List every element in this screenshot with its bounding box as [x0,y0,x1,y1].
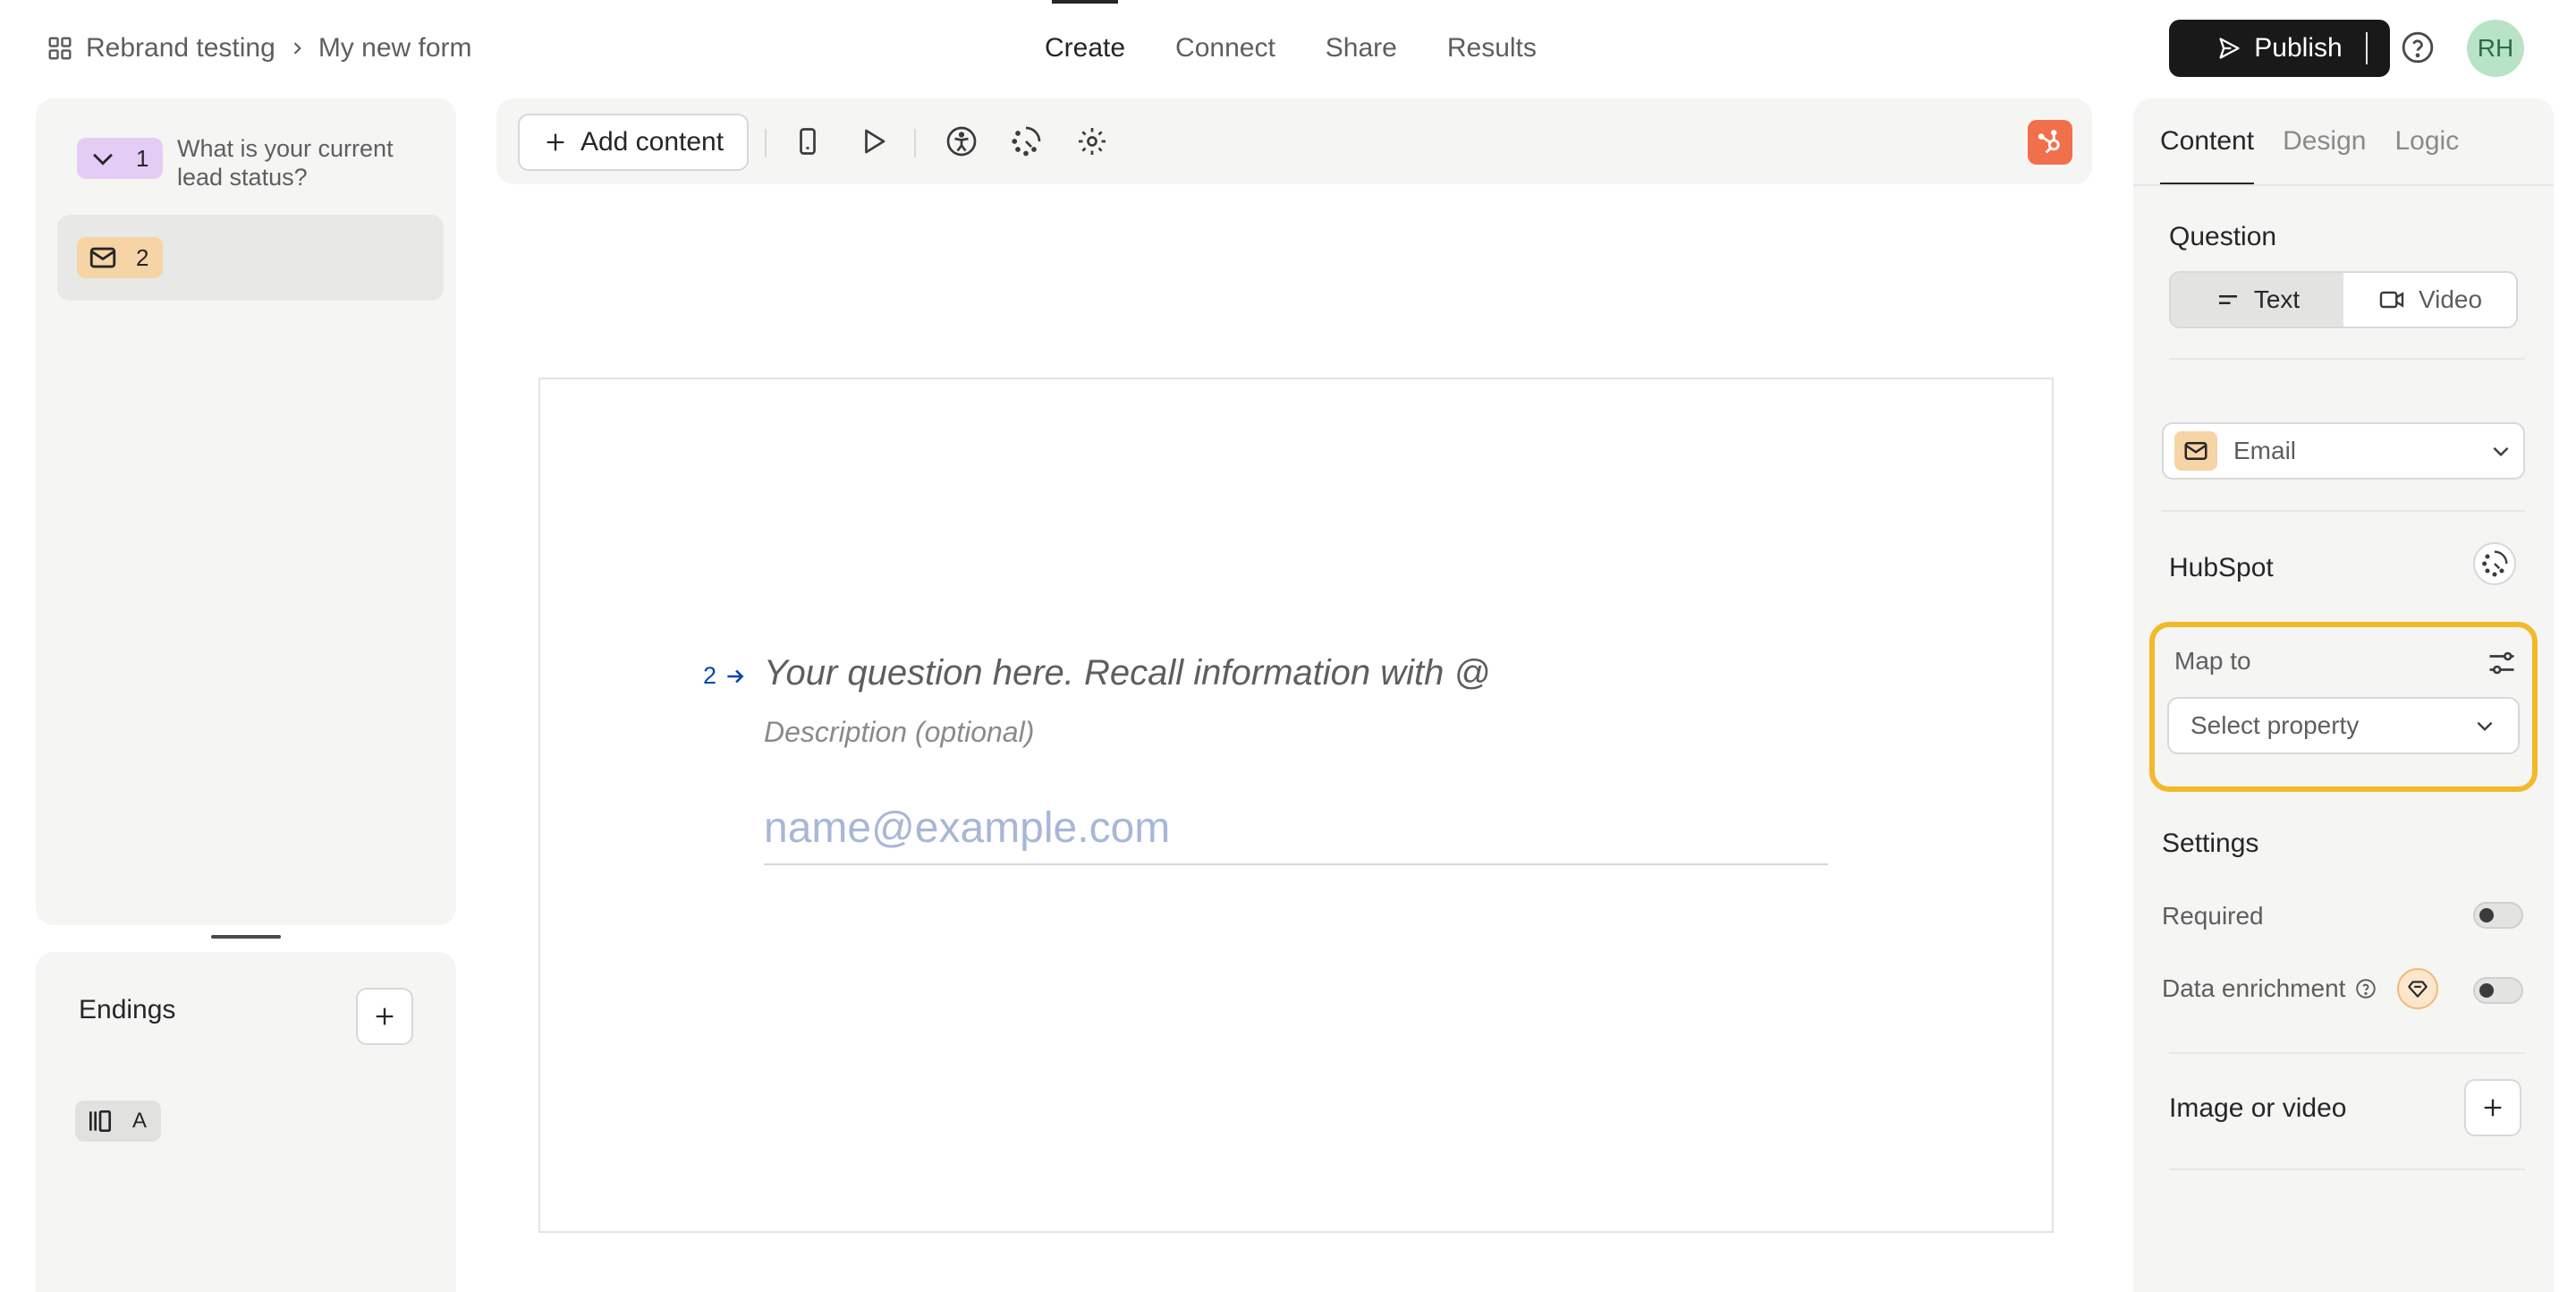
question-number: 1 [136,144,149,172]
add-content-label: Add content [580,127,724,157]
chevron-right-icon [288,39,306,57]
question-title-input[interactable]: Your question here. Recall information w… [764,653,1490,693]
question-item-1[interactable]: 1 What is your current lead status? [57,98,444,206]
settings-gear-icon[interactable] [1076,125,1108,157]
nav-tab-share[interactable]: Share [1301,0,1422,97]
hubspot-icon[interactable] [2028,120,2072,165]
data-enrichment-label: Data enrichment [2162,974,2346,1002]
ending-icon [86,1107,114,1135]
divider [2162,510,2525,512]
workspace-grid-icon[interactable] [47,35,73,62]
mail-icon [2174,431,2217,471]
top-bar: Rebrand testing My new form Create Conne… [0,0,2576,97]
add-content-button[interactable]: Add content [518,114,749,171]
question-title: What is your current lead status? [177,135,394,191]
tabs-divider [2133,184,2554,186]
breadcrumb-form[interactable]: My new form [318,33,472,64]
plus-icon [2480,1095,2505,1120]
add-media-button[interactable] [2464,1079,2521,1136]
tab-logic[interactable]: Logic [2394,98,2459,184]
required-toggle[interactable] [2473,902,2523,929]
send-icon [2216,36,2241,61]
hubspot-connect-icon[interactable] [2473,542,2516,585]
question-number: 2 [703,662,717,689]
tab-content[interactable]: Content [2160,98,2255,186]
divider [2169,358,2525,360]
endings-panel: Endings A [36,952,456,1292]
tab-design[interactable]: Design [2283,98,2366,184]
nav-tab-create[interactable]: Create [1020,0,1150,97]
properties-panel: Content Design Logic Question Text Video… [2133,98,2554,1292]
mode-video-option[interactable]: Video [2343,273,2516,327]
question-badge: 2 [77,237,163,278]
map-to-label: Map to [2174,647,2251,675]
divider [2366,32,2368,64]
data-enrichment-row: Data enrichment [2162,968,2439,1009]
main-nav: Create Connect Share Results [1020,0,1562,97]
question-item-2[interactable]: 2 [57,215,444,301]
mode-text-option[interactable]: Text [2171,273,2343,327]
select-property-placeholder: Select property [2190,711,2360,739]
avatar[interactable]: RH [2467,20,2524,77]
chevron-down-icon [88,143,118,174]
play-preview-icon[interactable] [857,125,889,157]
mail-icon [88,242,118,273]
question-number: 2 [136,243,149,271]
question-type-select[interactable]: Email [2162,422,2525,480]
editor-toolbar: Add content [496,98,2092,184]
divider [2169,1169,2525,1170]
select-property-dropdown[interactable]: Select property [2167,697,2520,754]
mode-text-label: Text [2253,285,2301,313]
question-number-indicator: 2 [703,662,747,690]
mode-video-label: Video [2418,285,2483,313]
text-lines-icon [2215,286,2241,313]
endings-title: Endings [79,995,176,1024]
publish-button[interactable]: Publish [2169,20,2390,77]
panel-tabs: Content Design Logic [2160,98,2459,186]
plus-icon [372,1004,397,1029]
chevron-down-icon [2489,439,2512,463]
ending-item-a[interactable]: A [75,1101,161,1142]
question-section-label: Question [2169,222,2277,251]
question-mode-toggle: Text Video [2169,271,2518,328]
info-icon[interactable] [2354,977,2377,1000]
panel-resize-handle[interactable] [211,935,281,939]
settings-section-label: Settings [2162,829,2259,858]
help-icon[interactable] [2401,30,2435,64]
add-ending-button[interactable] [356,988,413,1045]
question-description-input[interactable]: Description (optional) [764,716,1034,749]
email-answer-field[interactable] [764,792,1828,865]
image-video-label: Image or video [2169,1093,2347,1123]
question-badge: 1 [77,138,163,179]
publish-label: Publish [2254,33,2343,63]
hubspot-section-label: HubSpot [2169,553,2274,582]
question-type-label: Email [2233,437,2297,464]
ending-label: A [132,1109,148,1133]
divider [765,129,767,157]
required-label: Required [2162,902,2264,930]
plus-icon [543,130,568,155]
video-camera-icon [2377,285,2406,314]
sliders-adjust-icon[interactable] [2486,647,2518,679]
breadcrumb: Rebrand testing My new form [47,29,472,68]
chevron-down-icon [2473,714,2496,737]
nav-tab-connect[interactable]: Connect [1150,0,1301,97]
premium-diamond-icon [2397,968,2439,1009]
question-list-panel: 1 What is your current lead status? 2 [36,98,456,925]
map-to-highlight: Map to Select property [2149,622,2538,792]
accessibility-icon[interactable] [945,125,978,157]
nav-tab-results[interactable]: Results [1422,0,1562,97]
mobile-preview-icon[interactable] [792,125,824,157]
divider [914,129,916,157]
arrow-right-icon [724,665,747,688]
data-enrichment-toggle[interactable] [2473,977,2523,1004]
breadcrumb-workspace[interactable]: Rebrand testing [86,33,275,64]
dotted-circle-icon[interactable] [1010,125,1042,157]
divider [2169,1052,2525,1054]
